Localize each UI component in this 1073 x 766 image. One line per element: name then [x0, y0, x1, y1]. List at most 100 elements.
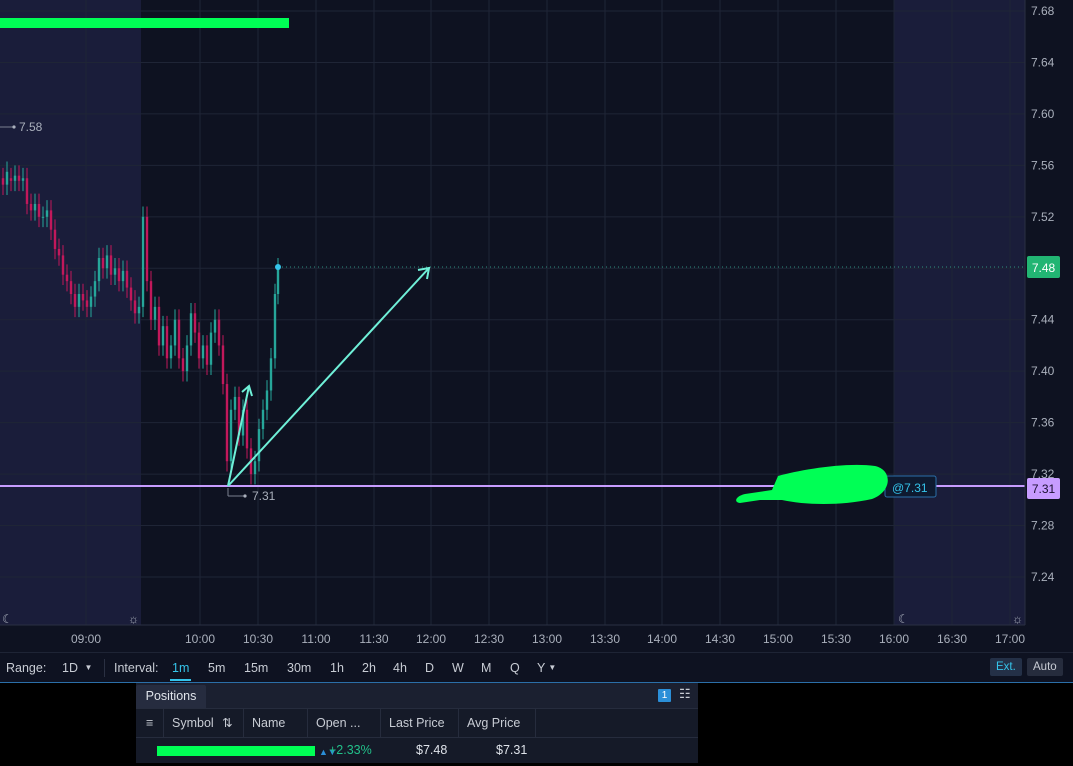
candle-body: [197, 332, 201, 359]
table-row[interactable]: +2.33% $7.48 $7.31: [136, 738, 698, 763]
candle-body: [269, 358, 273, 391]
candle-body: [161, 326, 165, 346]
column-symbol[interactable]: Symbol ⇅: [164, 709, 244, 737]
candle-body: [105, 255, 109, 269]
time-tick-label: 13:30: [590, 632, 620, 646]
range-select[interactable]: 1D ▼: [62, 661, 92, 675]
svg-text:7.31: 7.31: [1032, 482, 1056, 496]
caret-down-icon: ▼: [548, 663, 557, 672]
candle-body: [129, 287, 133, 301]
candle-body: [41, 216, 45, 218]
candle-body: [45, 210, 49, 217]
candle-body: [101, 257, 105, 269]
candle-body: [145, 216, 149, 282]
column-open-pl[interactable]: Open ... ▲▼: [308, 709, 381, 757]
avg-price-value: $7.31: [496, 743, 528, 757]
positions-panel: Positions 1 ☷ ≡ Symbol ⇅ Name Open ... ▲…: [136, 683, 698, 763]
candle-body: [253, 461, 257, 475]
interval-4h[interactable]: 4h: [393, 661, 407, 675]
auto-button[interactable]: Auto: [1027, 658, 1063, 676]
candle-body: [57, 248, 61, 256]
time-tick-label: 11:30: [359, 632, 388, 646]
column-avg-price[interactable]: Avg Price: [459, 709, 536, 737]
candle-body: [273, 294, 277, 359]
candle-body: [53, 229, 57, 249]
candle-body: [37, 203, 41, 217]
price-tick-label: 7.40: [1031, 364, 1055, 378]
candle-body: [117, 268, 121, 282]
candle-body: [181, 358, 185, 372]
interval-label: Interval:: [114, 661, 159, 675]
candle-body: [149, 281, 153, 320]
time-tick-label: 12:30: [474, 632, 504, 646]
interval-d[interactable]: D: [425, 661, 434, 675]
candle-body: [5, 171, 9, 185]
candle-body: [189, 313, 193, 346]
candle-body: [89, 296, 93, 307]
interval-w[interactable]: W: [452, 661, 464, 675]
candle-body: [165, 326, 169, 359]
tab-positions[interactable]: Positions: [136, 685, 206, 708]
candle-body: [93, 281, 97, 297]
time-tick-label: 14:00: [647, 632, 677, 646]
interval-1h[interactable]: 1h: [330, 661, 344, 675]
candle-body: [81, 294, 85, 301]
interval-m[interactable]: M: [481, 661, 491, 675]
time-tick-label: 15:00: [763, 632, 793, 646]
svg-text:@7.31: @7.31: [892, 481, 928, 495]
interval-y[interactable]: Y ▼: [537, 661, 556, 675]
menu-icon[interactable]: ≡: [136, 709, 164, 737]
price-tick-label: 7.60: [1031, 107, 1055, 121]
time-tick-label: 14:30: [705, 632, 735, 646]
candle-body: [25, 178, 29, 204]
avg-price-tag: 7.31: [1027, 478, 1060, 499]
last-price-dot: [275, 264, 281, 270]
candle-body: [209, 332, 213, 365]
candle-body: [193, 313, 197, 333]
interval-15m[interactable]: 15m: [244, 661, 268, 675]
candle-body: [29, 203, 33, 211]
range-label: Range:: [6, 661, 47, 675]
column-last-price[interactable]: Last Price: [381, 709, 459, 737]
candle-body: [221, 345, 225, 385]
candle-body: [153, 306, 157, 320]
price-tick-label: 7.56: [1031, 158, 1055, 172]
candle-body: [185, 345, 189, 372]
candle-body: [17, 175, 21, 181]
time-tick-label: 15:30: [821, 632, 851, 646]
time-tick-label: 11:00: [301, 632, 330, 646]
last-price-value: $7.48: [416, 743, 448, 757]
ext-button[interactable]: Ext.: [990, 658, 1022, 676]
svg-text:7.58: 7.58: [19, 120, 43, 134]
candle-body: [1, 178, 5, 185]
price-tick-label: 7.64: [1031, 55, 1055, 69]
caret-down-icon: ▼: [84, 663, 93, 672]
column-name[interactable]: Name: [244, 709, 308, 737]
time-tick-label: 17:00: [995, 632, 1025, 646]
moon-icon: ☾: [2, 612, 13, 626]
positions-column-headers: ≡ Symbol ⇅ Name Open ... ▲▼ Last Price A…: [136, 709, 698, 757]
last-price-tag: 7.48: [1027, 256, 1060, 278]
candle-body: [169, 345, 173, 359]
interval-30m[interactable]: 30m: [287, 661, 311, 675]
time-tick-label: 09:00: [71, 632, 101, 646]
sun-icon: ☼: [1012, 612, 1023, 626]
interval-5m[interactable]: 5m: [208, 661, 225, 675]
time-tick-label: 10:00: [185, 632, 215, 646]
interval-2h[interactable]: 2h: [362, 661, 376, 675]
candle-body: [245, 409, 249, 449]
interval-q[interactable]: Q: [510, 661, 520, 675]
price-chart[interactable]: 7.58 7.31 @7.31 7.68 7.64 7.60 7.56 7.52 7.48…: [0, 0, 1073, 652]
candle-body: [177, 319, 181, 359]
candle-body: [109, 255, 113, 275]
order-line-label[interactable]: @7.31: [884, 475, 937, 498]
range-value: 1D: [62, 661, 78, 675]
premarket-shade: [0, 0, 141, 625]
list-icon[interactable]: ☷: [679, 686, 691, 702]
interval-1m[interactable]: 1m: [169, 661, 192, 681]
time-tick-label: 10:30: [243, 632, 273, 646]
candle-body: [33, 203, 37, 211]
price-tick-label: 7.36: [1031, 416, 1055, 430]
chart-canvas[interactable]: 7.58 7.31 @7.31 7.68 7.64 7.60 7.56 7.52 7.48…: [0, 0, 1073, 652]
candle-body: [276, 268, 280, 294]
